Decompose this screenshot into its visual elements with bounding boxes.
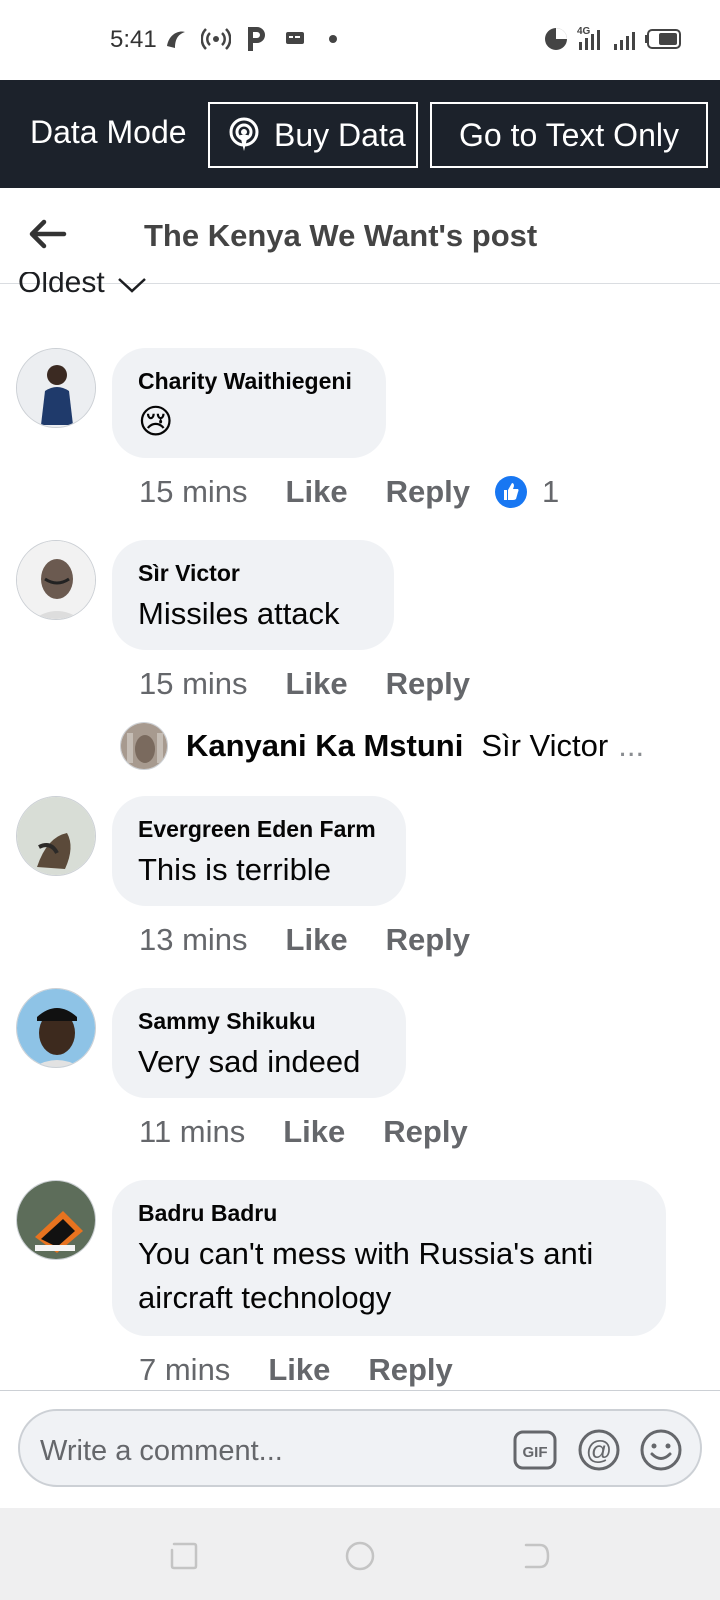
dot-icon [326,24,340,54]
commenter-name[interactable]: Sìr Victor [138,558,368,588]
mention-icon[interactable]: @ [576,1427,622,1473]
message-icon [284,24,306,54]
reply-text: Sìr Victor [481,728,609,763]
emoji-icon[interactable] [638,1427,684,1473]
reply-button[interactable]: Reply [386,922,470,958]
sort-label: Oldest [18,272,105,299]
comment-time[interactable]: 15 mins [139,474,248,510]
reply-button[interactable]: Reply [383,1114,467,1150]
reply-button[interactable]: Reply [386,474,470,510]
buy-data-label: Buy Data [274,116,406,153]
data-saver-icon [542,24,570,54]
comment-text: Very sad indeed [138,1044,361,1079]
back-icon[interactable] [520,1540,552,1572]
post-header: The Kenya We Want's post [0,188,720,284]
system-nav-bar [0,1508,720,1600]
home-icon[interactable] [344,1540,376,1572]
comment-actions: 15 mins Like Reply [139,666,470,702]
gif-label: GIF [523,1444,548,1461]
comment-input[interactable] [40,1431,460,1471]
avatar[interactable] [16,540,96,620]
reply-ellipsis: ... [618,728,645,763]
back-arrow-icon[interactable] [26,212,70,256]
comment-text: Missiles attack [138,596,340,631]
comment-time[interactable]: 13 mins [139,922,248,958]
app-notification-icon [162,24,190,54]
like-button[interactable]: Like [286,922,348,958]
comment-bubble[interactable]: Badru Badru You can't mess with Russia's… [112,1180,666,1336]
svg-text:@: @ [586,1435,612,1465]
svg-text:4G: 4G [577,26,591,37]
status-bar: 5:41 4G [0,0,720,80]
sort-dropdown[interactable]: Oldest [18,272,147,308]
reply-preview[interactable]: Kanyani Ka Mstuni Sìr Victor ... [120,722,644,770]
comment-composer: GIF @ [0,1390,720,1508]
reply-author-name: Kanyani Ka Mstuni [186,728,464,763]
comment-actions: 7 mins Like Reply [139,1352,453,1388]
comment-actions: 15 mins Like Reply 1 [139,474,559,510]
commenter-name[interactable]: Badru Badru [138,1198,640,1228]
comment-time[interactable]: 11 mins [139,1114,245,1150]
reply-button[interactable]: Reply [386,666,470,702]
signal-4g-icon: 4G [576,24,612,54]
buy-data-button[interactable]: Buy Data [208,102,418,168]
commenter-name[interactable]: Charity Waithiegeni [138,366,360,396]
comment-bubble[interactable]: Evergreen Eden Farm This is terrible [112,796,406,906]
commenter-name[interactable]: Sammy Shikuku [138,1006,380,1036]
text-only-label: Go to Text Only [459,116,679,153]
comment-bubble[interactable]: Sammy Shikuku Very sad indeed [112,988,406,1098]
recent-apps-icon[interactable] [168,1540,200,1572]
comment-text: You can't mess with Russia's anti aircra… [138,1236,594,1315]
like-reaction-icon [494,475,528,509]
comment-text: 😢 [138,403,174,441]
like-button[interactable]: Like [286,666,348,702]
like-button[interactable]: Like [286,474,348,510]
comment-actions: 13 mins Like Reply [139,922,470,958]
comment-time[interactable]: 7 mins [139,1352,230,1388]
page-title: The Kenya We Want's post [144,218,538,253]
data-mode-label: Data Mode [30,114,187,150]
like-button[interactable]: Like [268,1352,330,1388]
comment-bubble[interactable]: Sìr Victor Missiles attack [112,540,394,650]
hotspot-icon [200,24,232,54]
reaction-count[interactable]: 1 [494,474,559,510]
chevron-down-icon [117,276,147,294]
data-mode-bar: Data Mode Buy Data Go to Text Only [0,80,720,188]
gif-icon[interactable]: GIF [512,1427,558,1473]
parking-app-icon [244,24,268,54]
avatar[interactable] [16,1180,96,1260]
comment-time[interactable]: 15 mins [139,666,248,702]
reply-avatar [120,722,168,770]
broadcast-icon [226,117,262,153]
comment-actions: 11 mins Like Reply [139,1114,468,1150]
signal-icon [612,24,642,54]
comment-text: This is terrible [138,852,331,887]
go-to-text-only-button[interactable]: Go to Text Only [430,102,708,168]
comment-bubble[interactable]: Charity Waithiegeni 😢 [112,348,386,458]
reply-button[interactable]: Reply [368,1352,452,1388]
avatar[interactable] [16,796,96,876]
like-button[interactable]: Like [283,1114,345,1150]
commenter-name[interactable]: Evergreen Eden Farm [138,814,380,844]
avatar[interactable] [16,348,96,428]
reaction-count-label: 1 [542,474,560,509]
comment-input-container[interactable]: GIF @ [18,1409,702,1487]
avatar[interactable] [16,988,96,1068]
status-time: 5:41 [110,26,157,53]
battery-icon [644,24,684,54]
